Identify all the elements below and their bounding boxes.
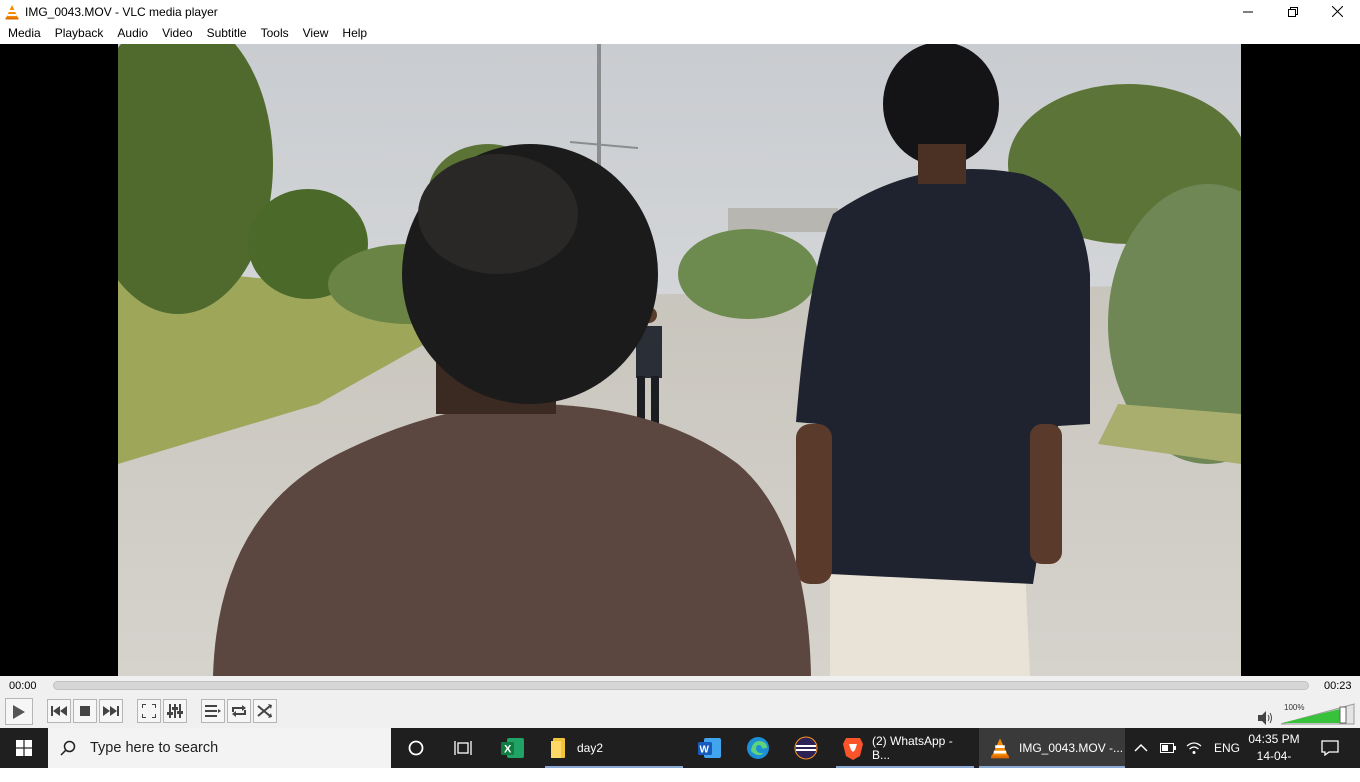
menu-view[interactable]: View xyxy=(296,23,336,44)
language-indicator[interactable]: ENG xyxy=(1214,741,1240,755)
taskbar-clock[interactable]: 04:35 PM 14-04-2024 xyxy=(1244,731,1304,782)
loop-icon xyxy=(232,705,246,717)
menu-bar: Media Playback Audio Video Subtitle Tool… xyxy=(0,23,1360,44)
battery-icon[interactable] xyxy=(1160,743,1176,753)
seek-bar[interactable] xyxy=(53,681,1309,690)
taskbar-app-edge[interactable] xyxy=(741,728,775,768)
title-bar: IMG_0043.MOV - VLC media player xyxy=(0,0,1360,23)
vlc-icon xyxy=(991,738,1009,759)
chevron-up-icon[interactable] xyxy=(1134,743,1148,753)
stop-icon xyxy=(80,706,90,716)
restore-button[interactable] xyxy=(1270,0,1315,23)
word-icon: W xyxy=(698,738,721,758)
system-tray: ENG xyxy=(1132,728,1240,768)
taskbar-app-word[interactable]: W xyxy=(693,728,727,768)
folder-icon xyxy=(551,738,565,758)
menu-tools[interactable]: Tools xyxy=(254,23,296,44)
menu-playback[interactable]: Playback xyxy=(48,23,111,44)
taskbar-app-brave[interactable]: (2) WhatsApp - B... xyxy=(836,728,974,768)
next-icon xyxy=(103,706,119,716)
speaker-icon[interactable] xyxy=(1258,711,1274,725)
extended-settings-icon xyxy=(167,704,183,718)
play-button[interactable] xyxy=(5,698,33,725)
notifications-button[interactable] xyxy=(1310,728,1350,768)
close-button[interactable] xyxy=(1315,0,1360,23)
menu-subtitle[interactable]: Subtitle xyxy=(200,23,254,44)
taskbar-app-vlc[interactable]: IMG_0043.MOV -... xyxy=(979,728,1125,768)
fullscreen-icon xyxy=(142,704,156,718)
player-controls: 00:00 00:23 100% xyxy=(0,676,1360,728)
eclipse-icon xyxy=(794,736,818,760)
taskbar-app-eclipse[interactable] xyxy=(789,728,823,768)
next-button[interactable] xyxy=(99,699,123,723)
volume-slider[interactable] xyxy=(1280,703,1355,725)
svg-text:W: W xyxy=(700,745,710,756)
shuffle-icon xyxy=(257,704,272,718)
brave-label: (2) WhatsApp - B... xyxy=(872,734,953,762)
close-icon xyxy=(1332,6,1343,17)
window-title: IMG_0043.MOV - VLC media player xyxy=(25,4,218,19)
clock-time: 04:35 PM xyxy=(1248,732,1300,746)
current-time: 00:00 xyxy=(9,680,37,692)
taskbar: Type here to search X day2 W (2) WhatsAp… xyxy=(0,728,1360,780)
stop-button[interactable] xyxy=(73,699,97,723)
edge-icon xyxy=(747,737,769,759)
menu-audio[interactable]: Audio xyxy=(110,23,155,44)
search-placeholder: Type here to search xyxy=(90,740,219,756)
playlist-icon xyxy=(205,705,221,717)
windows-icon xyxy=(16,740,32,756)
minimize-icon xyxy=(1242,11,1253,12)
wifi-icon[interactable] xyxy=(1186,741,1202,755)
fullscreen-button[interactable] xyxy=(137,699,161,723)
menu-help[interactable]: Help xyxy=(335,23,374,44)
playlist-button[interactable] xyxy=(201,699,225,723)
folder-label: day2 xyxy=(577,741,604,755)
extended-settings-button[interactable] xyxy=(163,699,187,723)
minimize-button[interactable] xyxy=(1225,0,1270,23)
taskbar-app-folder[interactable]: day2 xyxy=(545,728,683,768)
svg-text:X: X xyxy=(504,744,512,756)
menu-video[interactable]: Video xyxy=(155,23,199,44)
restore-icon xyxy=(1287,6,1298,17)
total-time: 00:23 xyxy=(1324,680,1352,692)
task-view-button[interactable] xyxy=(446,728,480,768)
taskbar-app-excel[interactable]: X xyxy=(496,728,530,768)
notification-icon xyxy=(1321,740,1339,756)
play-icon xyxy=(13,704,25,719)
menu-media[interactable]: Media xyxy=(1,23,48,44)
start-button[interactable] xyxy=(0,728,48,768)
previous-icon xyxy=(51,706,67,716)
search-icon xyxy=(60,740,76,756)
taskbar-search[interactable]: Type here to search xyxy=(48,728,391,768)
clock-date: 14-04-2024 xyxy=(1256,749,1292,780)
loop-button[interactable] xyxy=(227,699,251,723)
vlc-logo-icon xyxy=(5,4,19,19)
cortana-icon xyxy=(408,740,424,756)
video-area[interactable] xyxy=(0,44,1360,676)
brave-icon xyxy=(843,738,863,760)
shuffle-button[interactable] xyxy=(253,699,277,723)
vlc-label: IMG_0043.MOV -... xyxy=(1019,741,1124,755)
excel-icon: X xyxy=(501,738,524,758)
cortana-button[interactable] xyxy=(399,728,433,768)
video-frame xyxy=(118,44,1241,676)
task-view-icon xyxy=(454,741,472,755)
previous-button[interactable] xyxy=(47,699,71,723)
